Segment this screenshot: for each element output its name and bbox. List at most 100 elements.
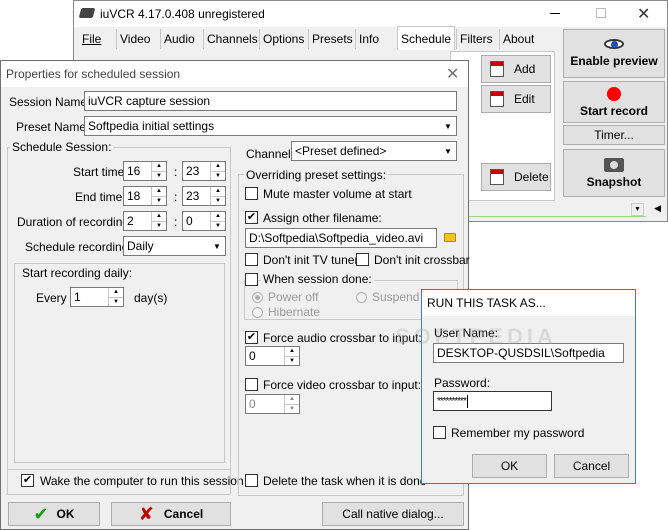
main-window-title: iuVCR 4.17.0.408 unregistered xyxy=(100,7,265,21)
maximize-icon[interactable] xyxy=(596,8,606,18)
minimize-icon[interactable] xyxy=(550,13,560,14)
hibernate-label: Hibernate xyxy=(268,305,321,319)
bottom-combo[interactable]: ▼ xyxy=(452,203,646,217)
force-video-label: Force video crossbar to input: xyxy=(263,378,422,392)
suspend-label: Suspend xyxy=(372,290,420,304)
channel-select[interactable]: <Preset defined> ▼ xyxy=(291,141,457,161)
tab-about[interactable]: About xyxy=(499,29,537,49)
force-video-spinner[interactable]: 0 ▲ ▼ xyxy=(245,394,300,414)
when-done-checkbox[interactable] xyxy=(245,273,258,286)
end-minute-spinner[interactable]: 23 ▲ ▼ xyxy=(182,186,226,206)
main-tabs: File Video Audio Channels Options Preset… xyxy=(79,26,559,50)
every-spinner[interactable]: 1 ▲ ▼ xyxy=(70,287,124,307)
schedule-session-group-label: Schedule Session: xyxy=(10,140,114,154)
preset-name-select[interactable]: Softpedia initial settings ▼ xyxy=(84,116,457,136)
snapshot-button[interactable]: Snapshot xyxy=(563,149,665,197)
tab-video[interactable]: Video xyxy=(116,29,153,49)
run-as-title: RUN THIS TASK AS... xyxy=(427,296,546,310)
schedule-recording-label: Schedule recording: xyxy=(25,240,132,254)
record-icon xyxy=(607,86,621,101)
tab-audio[interactable]: Audio xyxy=(160,29,198,49)
when-done-label: When session done: xyxy=(261,272,374,286)
close-icon[interactable]: ✕ xyxy=(637,4,650,24)
edit-calendar-icon xyxy=(490,91,504,107)
assign-filename-checkbox[interactable]: ✔ xyxy=(245,211,258,224)
dont-init-crossbar-checkbox[interactable] xyxy=(356,253,369,266)
every-label: Every xyxy=(36,291,67,305)
tab-channels[interactable]: Channels xyxy=(203,29,261,49)
chevron-down-icon: ▼ xyxy=(444,121,452,131)
tab-options[interactable]: Options xyxy=(259,29,307,49)
password-label: Password: xyxy=(434,376,491,390)
tab-file[interactable]: File xyxy=(79,29,104,49)
cross-icon: ✘ xyxy=(138,503,154,524)
wake-checkbox[interactable]: ✔ xyxy=(21,474,34,487)
colon-label: : xyxy=(174,190,178,204)
start-time-label: Start time: xyxy=(73,165,128,179)
dont-init-tv-checkbox[interactable] xyxy=(245,253,258,266)
remember-password-checkbox[interactable] xyxy=(433,426,446,439)
ok-button[interactable]: ✔ OK xyxy=(8,502,100,526)
force-audio-checkbox[interactable]: ✔ xyxy=(245,331,258,344)
calendar-icon xyxy=(490,61,504,77)
run-as-titlebar: RUN THIS TASK AS... xyxy=(422,290,635,316)
tab-schedule[interactable]: Schedule xyxy=(397,26,456,50)
start-record-button[interactable]: Start record xyxy=(563,81,665,123)
tab-filters[interactable]: Filters xyxy=(456,29,496,49)
mute-checkbox[interactable] xyxy=(245,187,258,200)
chevron-down-icon: ▼ xyxy=(631,203,644,216)
app-icon xyxy=(78,8,96,18)
softpedia-watermark: SOFTPEDIA xyxy=(395,324,557,349)
power-off-label: Power off xyxy=(268,290,319,304)
colon-label: : xyxy=(174,215,178,229)
duration-hour-spinner[interactable]: 2 ▲ ▼ xyxy=(123,211,167,231)
schedule-recording-select[interactable]: Daily ▼ xyxy=(123,236,226,256)
properties-titlebar: Properties for scheduled session ✕ xyxy=(1,61,468,87)
end-hour-spinner[interactable]: 18 ▲ ▼ xyxy=(123,186,167,206)
call-native-dialog-button[interactable]: Call native dialog... xyxy=(322,502,464,526)
checkmark-icon: ✔ xyxy=(33,503,49,524)
power-off-radio[interactable] xyxy=(252,292,263,303)
run-as-cancel-button[interactable]: Cancel xyxy=(554,454,629,478)
enable-preview-button[interactable]: Enable preview xyxy=(563,29,665,78)
duration-label: Duration of recording: xyxy=(17,215,133,229)
run-as-dialog: RUN THIS TASK AS... User Name: DESKTOP-Q… xyxy=(421,289,636,484)
add-button[interactable]: Add xyxy=(481,55,551,83)
folder-icon[interactable] xyxy=(444,233,456,242)
session-name-label: Session Name: xyxy=(9,95,91,109)
start-minute-spinner[interactable]: 23 ▲ ▼ xyxy=(182,161,226,181)
delete-button[interactable]: Delete xyxy=(481,163,551,191)
main-titlebar: iuVCR 4.17.0.408 unregistered ✕ xyxy=(74,1,667,27)
chevron-down-icon: ▼ xyxy=(213,241,221,251)
dont-init-tv-label: Don't init TV tuner xyxy=(263,253,359,267)
chevron-left-icon[interactable]: ◀ xyxy=(654,203,661,214)
suspend-radio[interactable] xyxy=(356,292,367,303)
tab-info[interactable]: Info xyxy=(355,29,382,49)
colon-label: : xyxy=(174,165,178,179)
hibernate-radio[interactable] xyxy=(252,307,263,318)
chevron-down-icon: ▼ xyxy=(444,146,452,156)
session-name-input[interactable]: iuVCR capture session xyxy=(84,91,457,111)
force-video-checkbox[interactable] xyxy=(245,378,258,391)
camera-icon xyxy=(604,157,624,172)
delete-task-label: Delete the task when it is done xyxy=(263,474,427,488)
delete-calendar-icon xyxy=(490,169,504,185)
channel-label: Channel: xyxy=(246,147,295,161)
filename-input[interactable]: D:\Softpedia\Softpedia_video.avi xyxy=(245,228,437,248)
edit-button[interactable]: Edit xyxy=(481,85,551,113)
password-input[interactable]: ********** xyxy=(433,391,552,411)
assign-filename-label: Assign other filename: xyxy=(263,211,382,225)
force-audio-spinner[interactable]: 0 ▲ ▼ xyxy=(245,346,300,366)
close-icon[interactable]: ✕ xyxy=(446,64,459,84)
start-hour-spinner[interactable]: 16 ▲ ▼ xyxy=(123,161,167,181)
overriding-group-label: Overriding preset settings: xyxy=(244,168,389,182)
tab-presets[interactable]: Presets xyxy=(308,29,356,49)
cancel-button[interactable]: ✘ Cancel xyxy=(111,502,231,526)
remember-password-label: Remember my password xyxy=(451,426,585,440)
delete-task-checkbox[interactable] xyxy=(245,474,258,487)
timer-button[interactable]: Timer... xyxy=(563,125,665,145)
dont-init-crossbar-label: Don't init crossbar xyxy=(374,253,470,267)
run-as-ok-button[interactable]: OK xyxy=(472,454,547,478)
eye-icon xyxy=(604,39,624,49)
duration-minute-spinner[interactable]: 0 ▲ ▼ xyxy=(182,211,226,231)
